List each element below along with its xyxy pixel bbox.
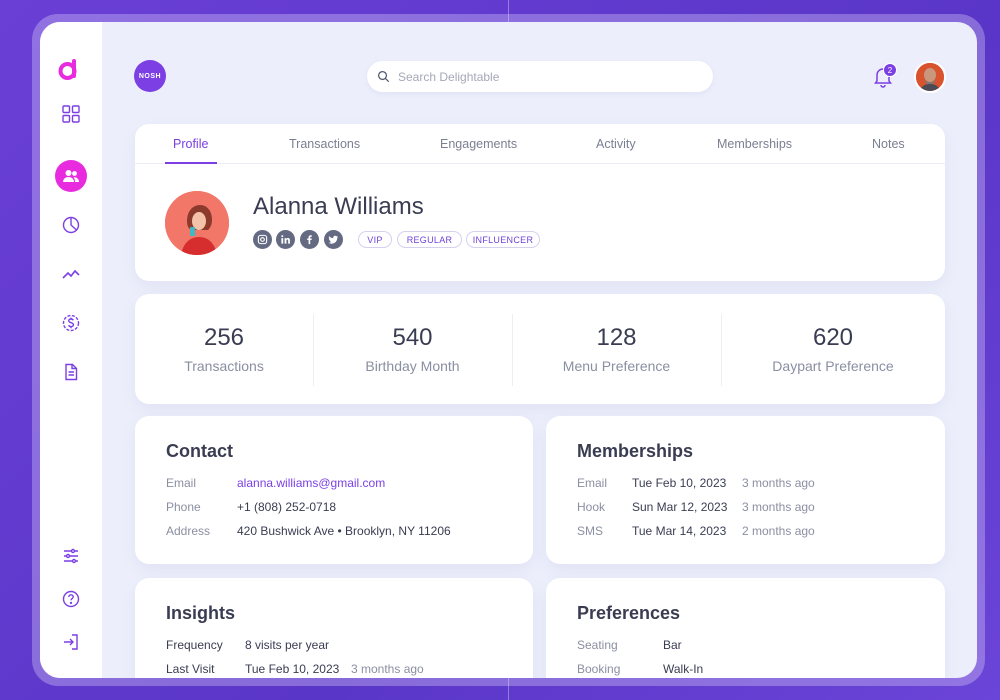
insight-extra: 3 months ago <box>351 662 424 676</box>
contact-phone-value: +1 (808) 252-0718 <box>237 500 337 514</box>
facebook-icon[interactable] <box>300 230 319 249</box>
tab-profile[interactable]: Profile <box>173 137 208 151</box>
profile-tabs: Profile Transactions Engagements Activit… <box>135 124 945 164</box>
preferences-title: Preferences <box>577 603 681 623</box>
preference-label: Seating <box>577 638 618 652</box>
contact-title: Contact <box>166 441 233 461</box>
stat-daypart-preference: 620 Daypart Preference <box>721 294 945 404</box>
membership-ago: 3 months ago <box>742 476 815 490</box>
search-bar[interactable] <box>367 61 713 92</box>
membership-label: Email <box>577 476 608 490</box>
insight-label: Frequency <box>166 638 223 652</box>
brand-badge[interactable]: NOSH <box>134 60 166 92</box>
stat-label: Menu Preference <box>562 358 671 374</box>
users-icon[interactable] <box>55 160 87 192</box>
membership-date: Tue Feb 10, 2023 <box>632 476 727 490</box>
stat-label: Birthday Month <box>365 358 460 374</box>
profile-photo <box>165 191 229 255</box>
membership-label: Hook <box>577 500 606 514</box>
preferences-card: Preferences Seating Bar Booking Walk-In <box>546 578 945 678</box>
tag-influencer[interactable]: INFLUENCER <box>466 231 540 248</box>
insights-card: Insights Frequency 8 visits per year Las… <box>135 578 533 678</box>
membership-ago: 3 months ago <box>742 500 815 514</box>
dashboard-icon[interactable] <box>55 98 87 130</box>
tab-notes[interactable]: Notes <box>872 137 905 151</box>
search-icon <box>377 70 390 83</box>
contact-label-address: Address <box>166 524 211 538</box>
profile-name: Alanna Williams <box>253 193 424 220</box>
stat-menu-preference: 128 Menu Preference <box>512 294 721 404</box>
dollar-icon[interactable] <box>55 307 87 339</box>
contact-label-email: Email <box>166 476 197 490</box>
tab-activity[interactable]: Activity <box>596 137 636 151</box>
stat-transactions: 256 Transactions <box>135 294 313 404</box>
instagram-icon[interactable] <box>253 230 272 249</box>
tab-transactions[interactable]: Transactions <box>289 137 360 151</box>
linkedin-icon[interactable] <box>276 230 295 249</box>
contact-card: Contact Email alanna.williams@gmail.com … <box>135 416 533 564</box>
contact-address-value: 420 Bushwick Ave • Brooklyn, NY 11206 <box>237 524 451 538</box>
twitter-icon[interactable] <box>324 230 343 249</box>
stat-value: 256 <box>203 324 245 351</box>
stat-label: Daypart Preference <box>772 358 894 374</box>
insights-title: Insights <box>166 603 236 623</box>
memberships-title: Memberships <box>577 441 694 461</box>
membership-label: SMS <box>577 524 604 538</box>
insight-label: Last Visit <box>166 662 215 676</box>
stat-value: 540 <box>392 324 433 351</box>
tag-regular[interactable]: REGULAR <box>397 231 462 248</box>
stat-value: 128 <box>596 324 637 351</box>
memberships-card: Memberships Email Tue Feb 10, 2023 3 mon… <box>546 416 945 564</box>
tab-memberships[interactable]: Memberships <box>717 137 792 151</box>
contact-email-link[interactable]: alanna.williams@gmail.com <box>237 476 385 490</box>
app-window: NOSH 2 Profile Transactions Engagements … <box>40 22 977 678</box>
insight-value: 8 visits per year <box>245 638 330 652</box>
stat-birthday-month: 540 Birthday Month <box>313 294 512 404</box>
membership-date: Tue Mar 14, 2023 <box>632 524 727 538</box>
membership-ago: 2 months ago <box>742 524 815 538</box>
device-frame: NOSH 2 Profile Transactions Engagements … <box>32 14 985 686</box>
stats-card: 256 Transactions 540 Birthday Month 128 … <box>135 294 945 404</box>
trend-icon[interactable] <box>55 258 87 290</box>
user-avatar[interactable] <box>914 61 946 93</box>
contact-label-phone: Phone <box>166 500 201 514</box>
pie-chart-icon[interactable] <box>55 209 87 241</box>
logout-icon[interactable] <box>55 626 87 658</box>
active-tab-indicator <box>165 162 217 164</box>
profile-card: Profile Transactions Engagements Activit… <box>135 124 945 281</box>
notification-count-badge: 2 <box>883 63 897 77</box>
membership-date: Sun Mar 12, 2023 <box>632 500 728 514</box>
preference-value: Walk-In <box>663 662 704 676</box>
stat-label: Transactions <box>184 358 264 374</box>
preference-label: Booking <box>577 662 621 676</box>
delightable-logo[interactable] <box>57 56 83 87</box>
document-icon[interactable] <box>55 356 87 388</box>
sliders-icon[interactable] <box>55 540 87 572</box>
tag-vip[interactable]: VIP <box>358 231 392 248</box>
search-input[interactable] <box>398 69 688 84</box>
help-icon[interactable] <box>55 583 87 615</box>
sidebar <box>40 22 102 678</box>
insight-value: Tue Feb 10, 2023 <box>245 662 340 676</box>
stat-value: 620 <box>812 324 854 351</box>
preference-value: Bar <box>663 638 682 652</box>
tab-engagements[interactable]: Engagements <box>440 137 517 151</box>
